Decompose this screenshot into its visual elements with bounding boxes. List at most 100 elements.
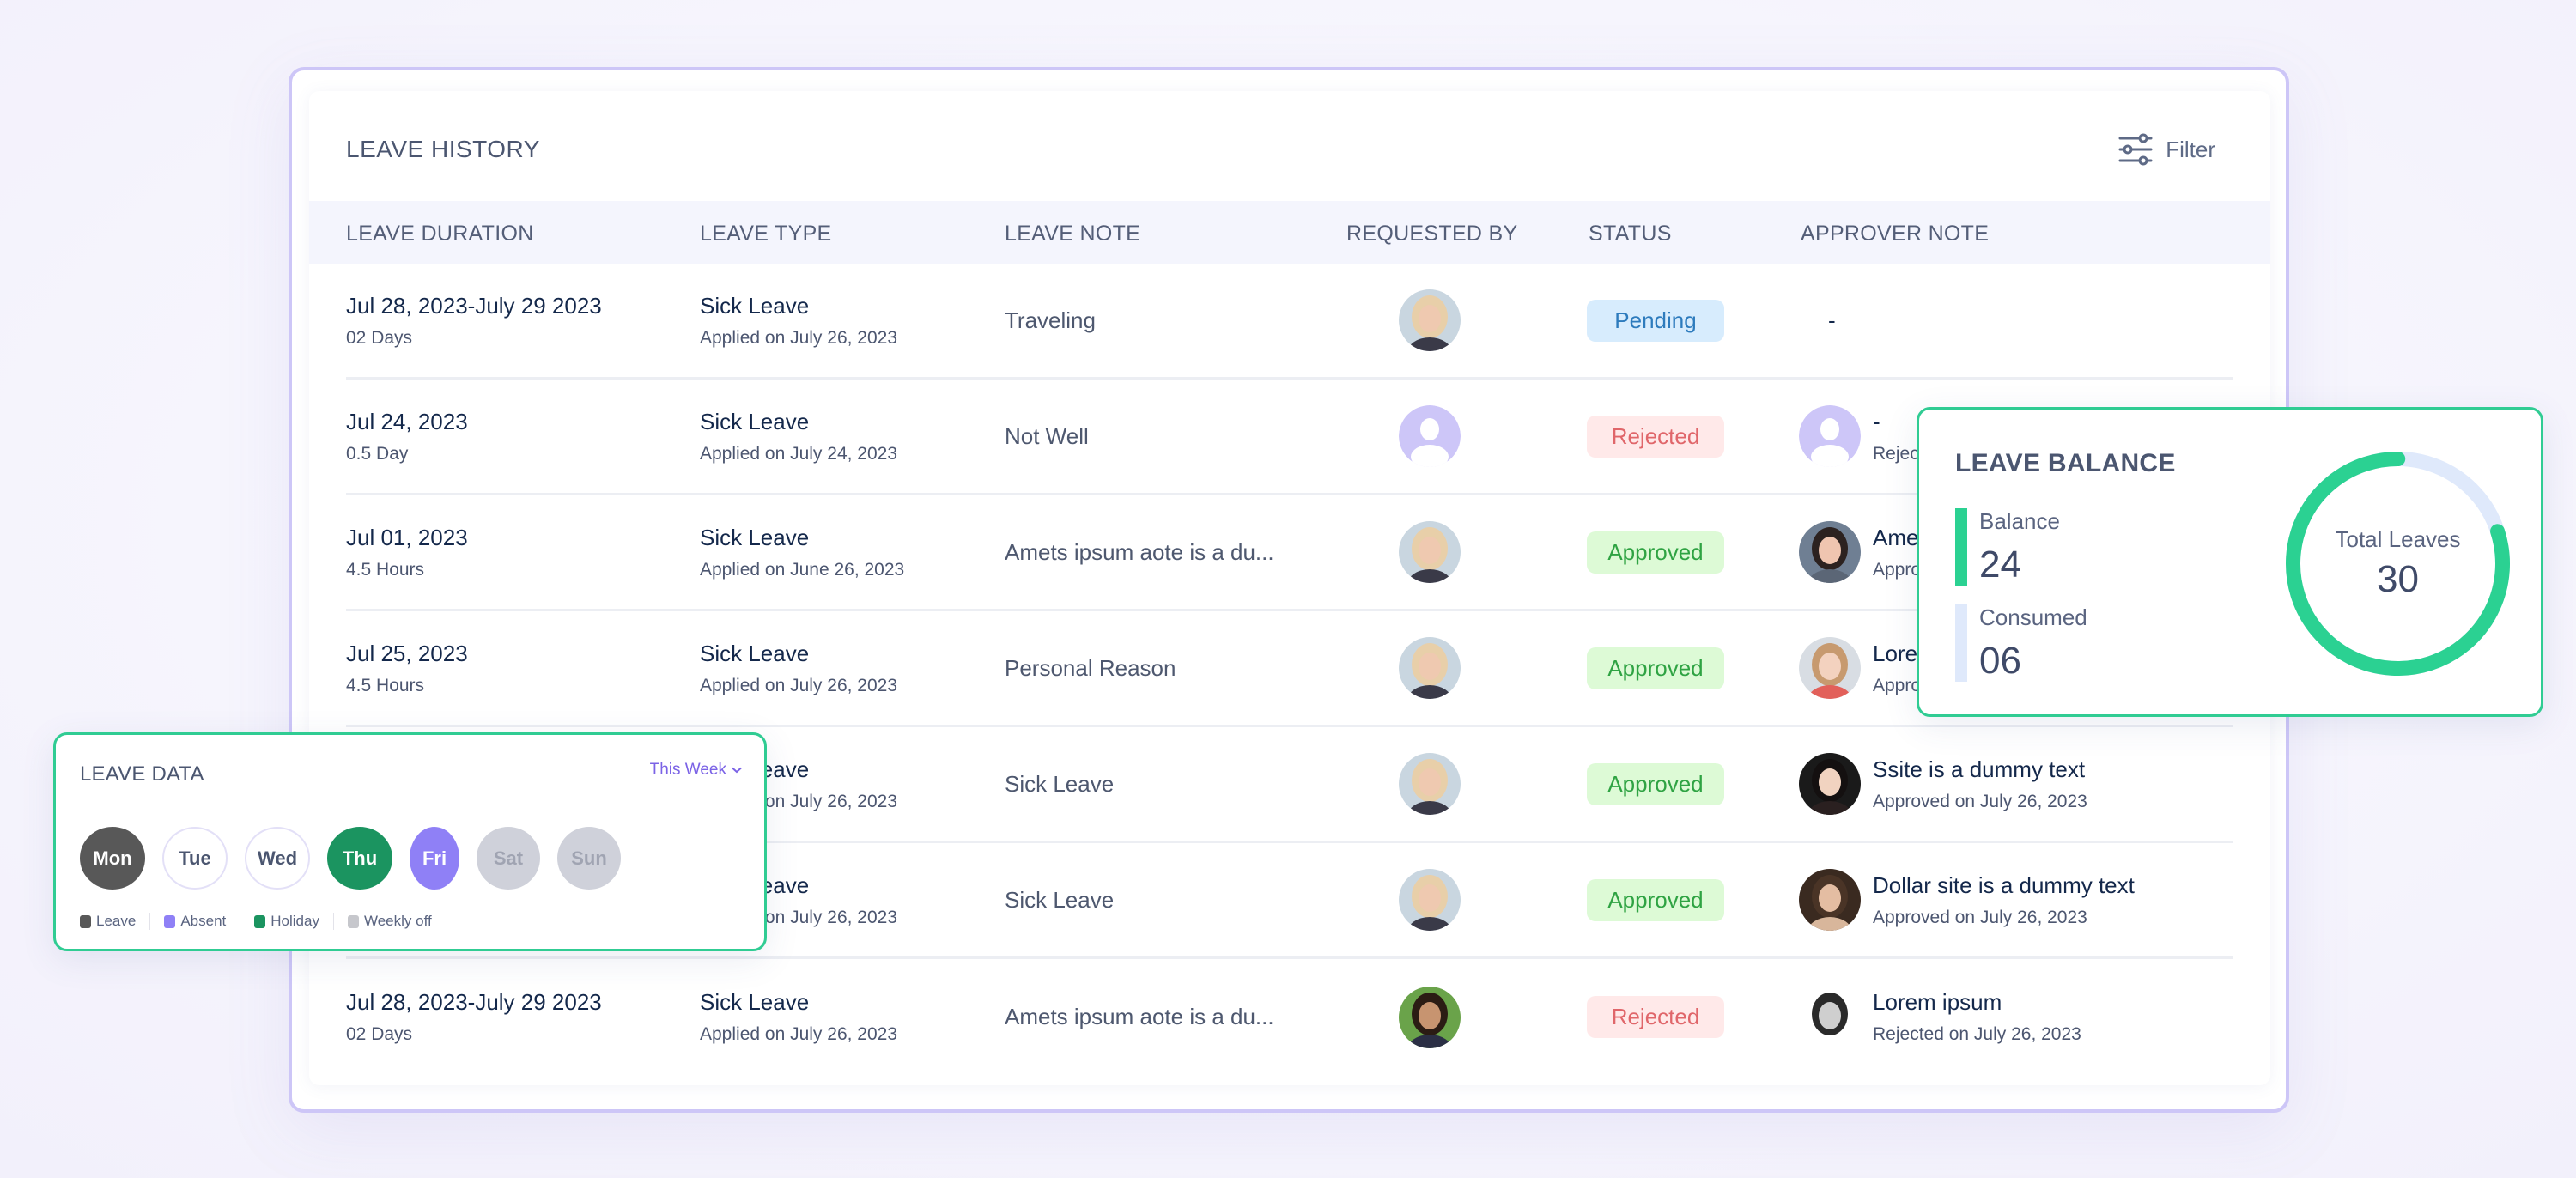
leave-data-legend: Leave Absent Holiday Weekly off (80, 913, 432, 930)
leave-note-cell: Amets ipsum aote is a du... (1005, 495, 1274, 609)
legend-label: Holiday (270, 913, 319, 929)
status-cell: Approved (1587, 611, 1724, 725)
day-sun[interactable]: Sun (557, 827, 621, 890)
requester-avatar[interactable] (1399, 289, 1461, 351)
leave-note-cell: Traveling (1005, 264, 1096, 377)
status-badge: Approved (1587, 762, 1724, 805)
leave-note: Personal Reason (1005, 654, 1176, 681)
leave-balance-card: LEAVE BALANCE Balance 24 Consumed 06 Tot… (1917, 407, 2543, 717)
status-badge: Rejected (1587, 415, 1724, 458)
leave-note: Amets ipsum aote is a du... (1005, 1004, 1274, 1029)
applied-date: Applied on July 26, 2023 (700, 327, 898, 348)
day-fri[interactable]: Fri (410, 827, 459, 890)
sliders-icon (2118, 133, 2153, 166)
status-cell: Approved (1587, 727, 1724, 841)
legend-swatch (80, 914, 91, 928)
column-header-note[interactable]: LEAVE NOTE (1005, 222, 1140, 246)
approver-avatar[interactable] (1799, 521, 1861, 583)
approver-note: - (1828, 307, 1836, 333)
applied-date: Applied on July 24, 2023 (700, 443, 898, 464)
approver-avatar[interactable] (1799, 405, 1861, 467)
leave-note: Amets ipsum aote is a du... (1005, 538, 1274, 565)
approver-note-cell: Ssite is a dummy text Approved on July 26… (1799, 727, 2087, 841)
leave-type-cell: Sick Leave Applied on July 26, 2023 (700, 959, 897, 1075)
leave-duration: Jul 24, 2023 (346, 408, 468, 434)
status-cell: Approved (1587, 495, 1724, 609)
approver-note: Ssite is a dummy text (1873, 756, 2086, 782)
leave-duration-cell: Jul 01, 2023 4.5 Hours (346, 495, 468, 609)
applied-date: Applied on July 26, 2023 (700, 675, 898, 695)
approver-avatar[interactable] (1799, 637, 1861, 699)
leave-type-cell: Sick Leave Applied on June 26, 2023 (700, 495, 904, 609)
approver-note-cell: Lorem ipsum Rejected on July 26, 2023 (1799, 959, 2081, 1075)
applied-date: Applied on June 26, 2023 (700, 559, 905, 580)
requester-avatar[interactable] (1399, 986, 1461, 1048)
requested-by-cell (1395, 727, 1464, 841)
leave-duration-cell: Jul 28, 2023-July 29 2023 02 Days (346, 264, 602, 377)
leave-duration: Jul 25, 2023 (346, 640, 468, 666)
legend-item-absent: Absent (164, 913, 226, 930)
day-thu[interactable]: Thu (327, 827, 392, 890)
leave-type-cell: Sick Leave Applied on July 26, 2023 (700, 611, 897, 725)
requester-avatar[interactable] (1399, 637, 1461, 699)
balance-bar (1955, 508, 1967, 586)
consumed-bar (1955, 604, 1967, 682)
leave-data-title: LEAVE DATA (80, 762, 204, 786)
consumed-label: Consumed (1979, 604, 2087, 630)
leave-data-card: LEAVE DATA This Week Mon Tue Wed Thu Fri Sat S… (53, 732, 767, 951)
approver-avatar[interactable] (1799, 986, 1861, 1048)
leave-duration: Jul 28, 2023-July 29 2023 (346, 292, 602, 319)
chevron-down-icon (732, 767, 742, 774)
leave-type: Sick Leave (700, 640, 810, 666)
status-badge: Approved (1587, 878, 1724, 921)
table-row[interactable]: Jul 28, 2023-July 29 2023 02 Days Sick Lea… (346, 264, 2233, 380)
status-cell: Pending (1587, 264, 1724, 377)
approver-note: Dollar site is a dummy text (1873, 871, 2135, 898)
approver-date: Approved on July 26, 2023 (1873, 791, 2087, 811)
leave-note: Traveling (1005, 307, 1096, 333)
legend-swatch (347, 914, 359, 928)
day-tue[interactable]: Tue (162, 827, 228, 890)
column-header-approver-note[interactable]: APPROVER NOTE (1801, 222, 1989, 246)
day-wed[interactable]: Wed (245, 827, 310, 890)
requester-avatar[interactable] (1399, 405, 1461, 467)
column-header-status[interactable]: STATUS (1589, 222, 1672, 246)
approver-note-cell: - (1799, 264, 1836, 377)
column-header-type[interactable]: LEAVE TYPE (700, 222, 832, 246)
leave-duration-length: 4.5 Hours (346, 675, 425, 695)
requester-avatar[interactable] (1399, 869, 1461, 931)
total-leaves-value: 30 (2377, 558, 2419, 600)
applied-date: Applied on July 26, 2023 (700, 1024, 898, 1044)
week-days: Mon Tue Wed Thu Fri Sat Sun (80, 827, 621, 890)
balance-value: 24 (1979, 543, 2021, 586)
leave-type: Sick Leave (700, 292, 810, 319)
leave-balance-title: LEAVE BALANCE (1955, 449, 2176, 477)
approver-note: Lorem ipsum (1873, 989, 2002, 1015)
leave-type: Sick Leave (700, 989, 810, 1015)
balance-label: Balance (1979, 508, 2060, 534)
filter-button[interactable]: Filter (2117, 129, 2215, 170)
requester-avatar[interactable] (1399, 521, 1461, 583)
consumed-value: 06 (1979, 640, 2021, 682)
approver-avatar[interactable] (1799, 753, 1861, 815)
column-header-duration[interactable]: LEAVE DURATION (346, 222, 534, 246)
leave-duration: Jul 28, 2023-July 29 2023 (346, 989, 602, 1015)
leave-note-cell: Sick Leave (1005, 727, 1114, 841)
column-header-requested-by[interactable]: REQUESTED BY (1346, 222, 1517, 246)
leave-type-cell: Sick Leave Applied on July 26, 2023 (700, 264, 897, 377)
day-mon[interactable]: Mon (80, 827, 145, 890)
legend-separator (332, 913, 334, 930)
legend-label: Weekly off (363, 913, 432, 929)
approver-avatar[interactable] (1799, 869, 1861, 931)
leave-type-cell: Sick Leave Applied on July 24, 2023 (700, 380, 897, 493)
period-select[interactable]: This Week (650, 761, 742, 780)
day-sat[interactable]: Sat (477, 827, 540, 890)
legend-item-weekly-off: Weekly off (347, 913, 432, 930)
table-row[interactable]: Jul 28, 2023-July 29 2023 02 Days Sick Lea… (346, 959, 2233, 1075)
requested-by-cell (1395, 959, 1464, 1075)
status-cell: Rejected (1587, 380, 1724, 493)
status-badge: Rejected (1587, 996, 1724, 1038)
leave-duration: Jul 01, 2023 (346, 524, 468, 550)
requester-avatar[interactable] (1399, 753, 1461, 815)
requested-by-cell (1395, 264, 1464, 377)
